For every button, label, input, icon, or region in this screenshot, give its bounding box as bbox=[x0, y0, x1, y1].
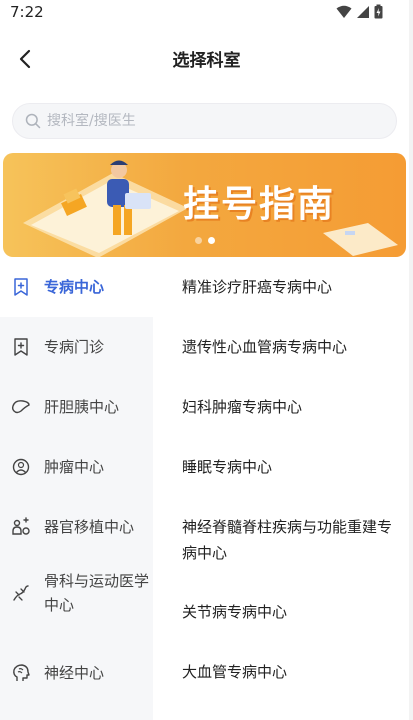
app-header: 选择科室 bbox=[0, 34, 413, 82]
status-bar: 7:22 bbox=[0, 0, 413, 26]
wifi-icon bbox=[336, 5, 352, 18]
organ-transplant-icon bbox=[11, 517, 31, 537]
sidebar-item-label: 肝胆胰中心 bbox=[44, 398, 120, 416]
tumor-icon bbox=[11, 457, 31, 477]
bookmark-plus-icon bbox=[11, 337, 31, 357]
bookmark-plus-icon bbox=[11, 277, 31, 297]
screen-edge bbox=[409, 0, 413, 720]
sidebar-item-hepatobiliary[interactable]: 肝胆胰中心 bbox=[0, 377, 153, 437]
liver-icon bbox=[11, 397, 31, 417]
sidebar-item-oncology[interactable]: 肿瘤中心 bbox=[0, 437, 153, 497]
department-item[interactable]: 妇科肿瘤专病中心 bbox=[182, 394, 402, 420]
banner-pagination bbox=[3, 237, 406, 244]
category-sidebar: 专病中心 专病门诊 肝胆胰中心 肿瘤中心 器官移植中心 骨科与运动医学中心 神经… bbox=[0, 257, 153, 720]
guide-banner[interactable]: 挂号指南 bbox=[3, 153, 406, 257]
department-item[interactable]: 精准诊疗肝癌专病中心 bbox=[182, 274, 402, 300]
sidebar-item-specialty-centers[interactable]: 专病中心 bbox=[0, 257, 153, 317]
department-item[interactable]: 神经脊髓脊柱疾病与功能重建专病中心 bbox=[182, 514, 402, 566]
banner-dot[interactable] bbox=[194, 237, 202, 244]
search-bar[interactable] bbox=[12, 103, 397, 139]
sidebar-item-label: 器官移植中心 bbox=[44, 518, 135, 536]
status-icons bbox=[336, 4, 383, 19]
sidebar-item-label: 骨科与运动医学中心 bbox=[44, 572, 150, 614]
signal-icon bbox=[357, 5, 369, 18]
status-time: 7:22 bbox=[10, 3, 44, 21]
bone-icon bbox=[11, 583, 31, 603]
sidebar-item-label: 神经中心 bbox=[44, 664, 105, 682]
department-item[interactable]: 遗传性心血管病专病中心 bbox=[182, 334, 402, 360]
brain-head-icon bbox=[11, 663, 31, 683]
department-list: 精准诊疗肝癌专病中心 遗传性心血管病专病中心 妇科肿瘤专病中心 睡眠专病中心 神… bbox=[153, 257, 409, 720]
page-title: 选择科室 bbox=[172, 51, 241, 71]
search-input[interactable] bbox=[47, 113, 367, 129]
department-item[interactable]: 关节病专病中心 bbox=[182, 599, 402, 625]
department-item[interactable]: 睡眠专病中心 bbox=[182, 454, 402, 480]
sidebar-item-label: 肿瘤中心 bbox=[44, 458, 105, 476]
search-icon bbox=[25, 113, 41, 129]
sidebar-item-organ-transplant[interactable]: 器官移植中心 bbox=[0, 497, 153, 557]
department-item[interactable]: 大血管专病中心 bbox=[182, 659, 402, 685]
battery-icon bbox=[374, 4, 383, 19]
sidebar-item-label: 专病门诊 bbox=[44, 338, 105, 356]
sidebar-item-neurology[interactable]: 神经中心 bbox=[0, 643, 153, 703]
banner-dot-active[interactable] bbox=[207, 237, 215, 244]
sidebar-item-orthopedics[interactable]: 骨科与运动医学中心 bbox=[0, 557, 153, 629]
banner-title: 挂号指南 bbox=[183, 184, 336, 225]
sidebar-item-label: 专病中心 bbox=[44, 278, 105, 296]
sidebar-item-specialty-clinics[interactable]: 专病门诊 bbox=[0, 317, 153, 377]
